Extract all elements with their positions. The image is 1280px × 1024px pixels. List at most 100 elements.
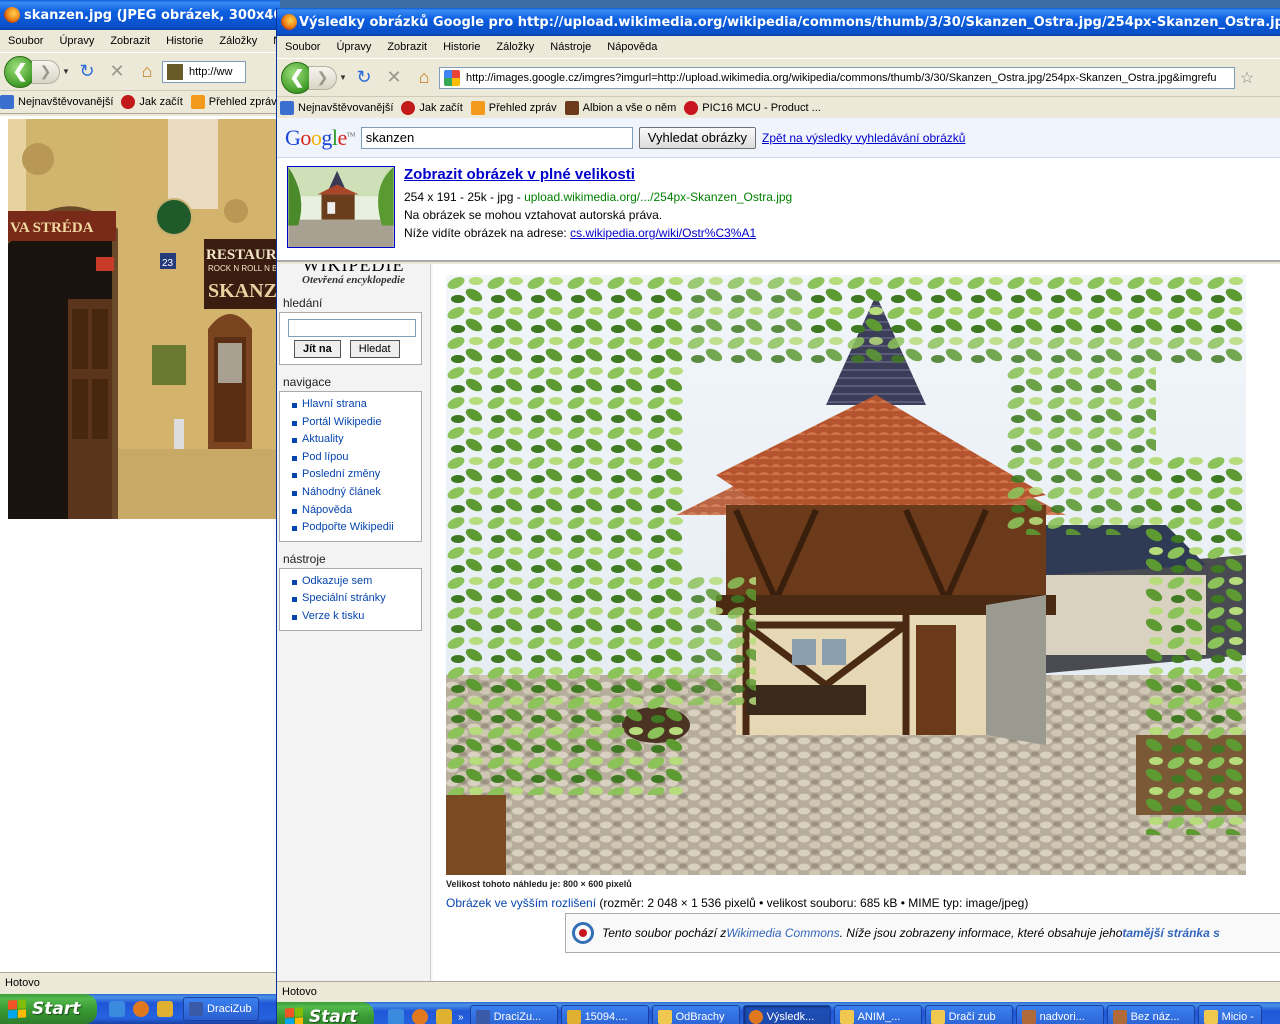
menu-soubor[interactable]: Soubor xyxy=(277,41,328,53)
back-window-titlebar[interactable]: skanzen.jpg (JPEG obrázek, 300x400 bo xyxy=(0,0,280,30)
nav-link[interactable]: Podpořte Wikipedii xyxy=(302,521,394,533)
hires-link[interactable]: Obrázek ve vyšším rozlišení xyxy=(446,896,596,910)
bookmarks-icon xyxy=(0,95,14,109)
start-button[interactable]: Start xyxy=(277,1002,374,1024)
commons-page-link[interactable]: tamější stránka s xyxy=(1122,926,1219,940)
nav-link[interactable]: Nápověda xyxy=(302,504,352,516)
taskbar-item[interactable]: OdBrachy xyxy=(651,1005,740,1024)
history-dropdown-icon[interactable]: ▼ xyxy=(60,67,72,76)
back-url-field[interactable]: http://ww xyxy=(162,60,246,83)
taskbar-item[interactable]: Bez náz... xyxy=(1106,1005,1195,1024)
nav-link[interactable]: Pod lípou xyxy=(302,451,348,463)
bookmark-prehled-zprav[interactable]: Přehled zpráv xyxy=(190,95,277,109)
menu-nastroje[interactable]: Nástroje xyxy=(542,41,599,53)
quicklaunch-winamp-icon[interactable] xyxy=(157,1001,173,1017)
wiki-search-input[interactable] xyxy=(288,319,416,337)
taskbar-item[interactable]: DraciZu... xyxy=(469,1005,558,1024)
commons-notice: Tento soubor pochází z Wikimedia Commons… xyxy=(565,913,1280,953)
menu-napoveda[interactable]: Nápověda xyxy=(599,41,665,53)
quicklaunch-ie-icon[interactable] xyxy=(109,1001,125,1017)
star-bookmark-icon[interactable]: ☆ xyxy=(1235,64,1259,92)
menu-upravy[interactable]: Úpravy xyxy=(328,41,379,53)
quicklaunch-firefox-icon[interactable] xyxy=(412,1009,428,1024)
menu-zobrazit[interactable]: Zobrazit xyxy=(379,41,435,53)
back-start-button[interactable]: Start xyxy=(0,994,97,1024)
taskbar-item[interactable]: ANIM_... xyxy=(833,1005,922,1024)
source-prefix: Níže vidíte obrázek na adrese: xyxy=(404,226,571,240)
quicklaunch-ie-icon[interactable] xyxy=(388,1009,404,1024)
forward-button[interactable]: ❯ xyxy=(309,65,337,90)
nav-podporte[interactable]: Podpořte Wikipedii xyxy=(290,519,421,537)
source-link[interactable]: cs.wikipedia.org/wiki/Ostr%C3%A1 xyxy=(570,226,756,240)
bookmark-nejnavstevovanejsi[interactable]: Nejnavštěvovanější xyxy=(280,101,393,115)
tools-link[interactable]: Odkazuje sem xyxy=(302,575,372,587)
stop-icon[interactable]: ✕ xyxy=(379,64,409,92)
nav-nahodny-clanek[interactable]: Náhodný článek xyxy=(290,484,421,502)
bookmark-albion[interactable]: Albion a vše o něm xyxy=(564,101,676,115)
nav-link[interactable]: Poslední změny xyxy=(302,468,380,480)
app-icon xyxy=(475,1010,490,1024)
reload-icon[interactable]: ↻ xyxy=(72,58,102,86)
taskbar-item[interactable]: Micio - xyxy=(1197,1005,1262,1024)
nav-link[interactable]: Portál Wikipedie xyxy=(302,416,381,428)
thumbnail-image[interactable] xyxy=(287,166,395,248)
history-dropdown-icon[interactable]: ▼ xyxy=(337,73,349,82)
nav-pod-lipou[interactable]: Pod lípou xyxy=(290,449,421,467)
google-logo[interactable]: GoogleTM xyxy=(277,125,361,151)
home-icon[interactable]: ⌂ xyxy=(409,64,439,92)
menu-historie[interactable]: Historie xyxy=(435,41,488,53)
google-search-button[interactable]: Vyhledat obrázky xyxy=(638,126,757,149)
quicklaunch-winamp-icon[interactable] xyxy=(436,1009,452,1024)
nav-aktuality[interactable]: Aktuality xyxy=(290,431,421,449)
google-search-input[interactable]: skanzen xyxy=(360,126,633,149)
front-url-field[interactable]: http://images.google.cz/imgres?imgurl=ht… xyxy=(439,66,1235,89)
back-taskbar-item[interactable]: DraciZub xyxy=(183,997,259,1021)
taskbar-item[interactable]: nadvori... xyxy=(1015,1005,1104,1024)
taskbar-item[interactable]: 15094.... xyxy=(560,1005,649,1024)
taskbar-item-active[interactable]: Výsledk... xyxy=(742,1005,831,1024)
commons-link[interactable]: Wikimedia Commons xyxy=(726,926,839,940)
front-window-titlebar[interactable]: Výsledky obrázků Google pro http://uploa… xyxy=(277,8,1280,36)
back-to-results-link[interactable]: Zpět na výsledky vyhledávání obrázků xyxy=(762,131,965,145)
tools-verze-k-tisku[interactable]: Verze k tisku xyxy=(290,608,421,626)
tools-link[interactable]: Speciální stránky xyxy=(302,592,386,604)
nav-link[interactable]: Náhodný článek xyxy=(302,486,381,498)
forward-button[interactable]: ❯ xyxy=(32,59,60,84)
taskbar-item[interactable]: Dračí zub xyxy=(924,1005,1013,1024)
taskbar-label: DraciZu... xyxy=(493,1011,542,1023)
menu-historie[interactable]: Historie xyxy=(158,35,211,47)
home-icon[interactable]: ⌂ xyxy=(132,58,162,86)
nav-portal[interactable]: Portál Wikipedie xyxy=(290,414,421,432)
nav-posledni-zmeny[interactable]: Poslední změny xyxy=(290,466,421,484)
quicklaunch-firefox-icon[interactable] xyxy=(133,1001,149,1017)
menu-zalozky[interactable]: Záložky xyxy=(211,35,265,47)
bookmark-nejnavstevovanejsi[interactable]: Nejnavštěvovanější xyxy=(0,95,113,109)
tools-specialni-stranky[interactable]: Speciální stránky xyxy=(290,590,421,608)
site-icon xyxy=(167,63,183,80)
skanzen-photo[interactable] xyxy=(446,275,1246,875)
bookmark-pic16[interactable]: PIC16 MCU - Product ... xyxy=(684,101,821,115)
tools-link[interactable]: Verze k tisku xyxy=(302,610,364,622)
windows-logo-icon xyxy=(8,999,26,1019)
nav-link[interactable]: Aktuality xyxy=(302,433,344,445)
wiki-logo[interactable]: WIKIPEDIE Otevřená encyklopedie xyxy=(277,264,430,294)
reload-icon[interactable]: ↻ xyxy=(349,64,379,92)
full-size-link[interactable]: Zobrazit obrázek v plné velikosti xyxy=(404,166,635,183)
nav-napoveda[interactable]: Nápověda xyxy=(290,502,421,520)
wikipedia-frame: WIKIPEDIE Otevřená encyklopedie hledání … xyxy=(277,264,1280,981)
wiki-search-label: hledání xyxy=(283,296,323,310)
bookmark-prehled-zprav[interactable]: Přehled zpráv xyxy=(470,101,557,115)
tools-odkazuje-sem[interactable]: Odkazuje sem xyxy=(290,573,421,591)
menu-soubor[interactable]: Soubor xyxy=(0,35,51,47)
bookmark-jak-zacit[interactable]: Jak začít xyxy=(121,95,183,109)
stop-icon[interactable]: ✕ xyxy=(102,58,132,86)
nav-hlavni-strana[interactable]: Hlavní strana xyxy=(290,396,421,414)
wiki-search-button[interactable]: Hledat xyxy=(349,340,400,358)
nav-link[interactable]: Hlavní strana xyxy=(302,398,367,410)
bookmark-jak-zacit[interactable]: Jak začít xyxy=(401,101,463,115)
menu-zalozky[interactable]: Záložky xyxy=(488,41,542,53)
wiki-go-button[interactable]: Jít na xyxy=(294,340,341,358)
quicklaunch-chevron-icon[interactable]: » xyxy=(458,1012,464,1023)
menu-upravy[interactable]: Úpravy xyxy=(51,35,102,47)
menu-zobrazit[interactable]: Zobrazit xyxy=(102,35,158,47)
